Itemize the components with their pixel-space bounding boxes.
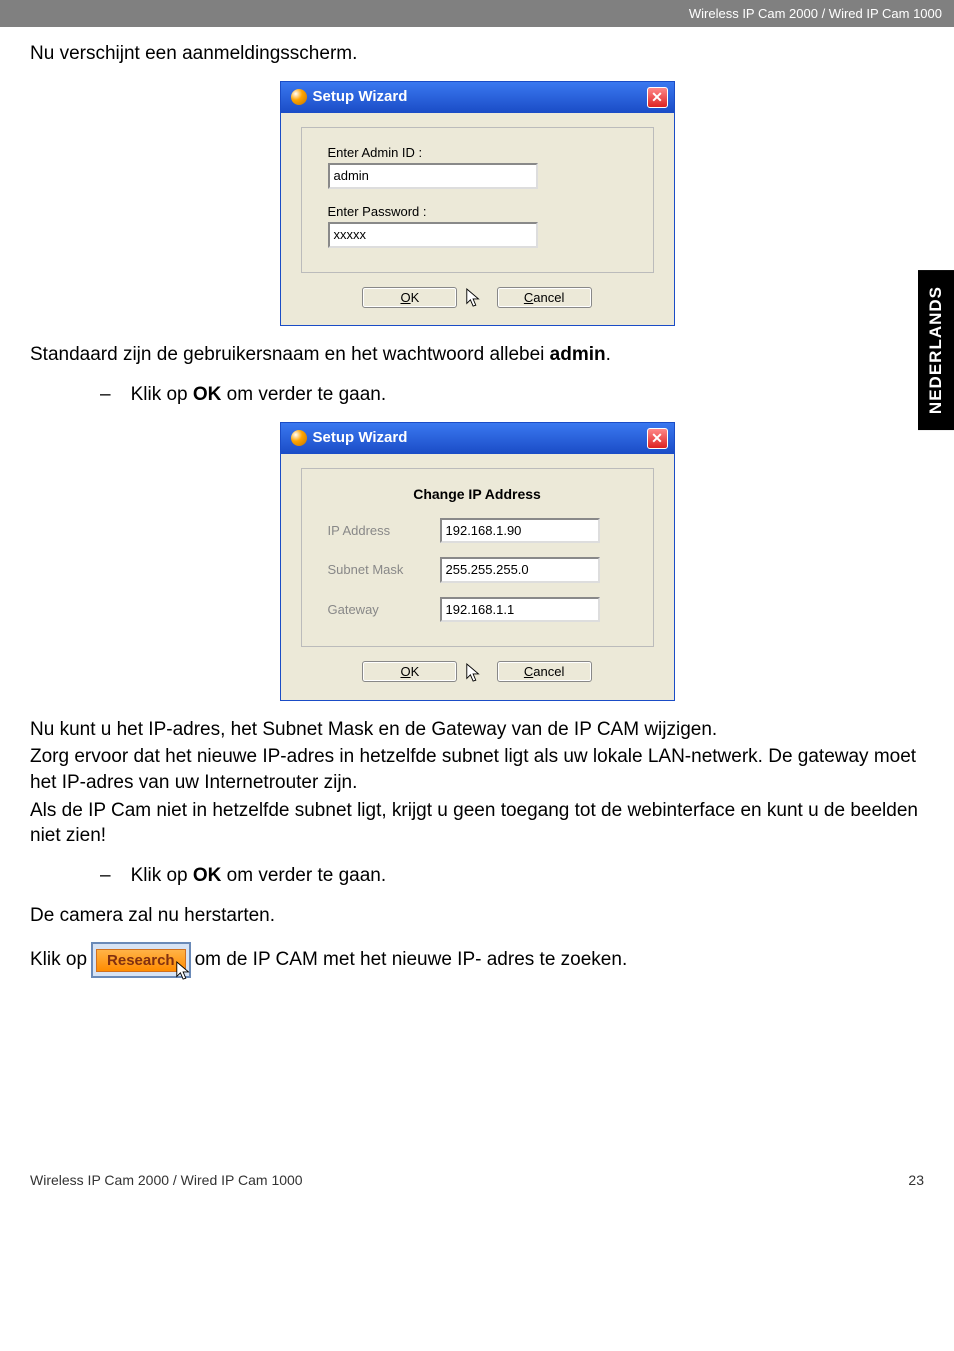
header-product: Wireless IP Cam 2000 / Wired IP Cam 1000: [689, 6, 942, 21]
dialog-title: Setup Wizard: [313, 428, 408, 448]
text-span: Klik op: [131, 865, 193, 886]
cursor-icon: [465, 662, 483, 684]
bullet-item: – Klik op OK om verder te gaan.: [100, 382, 924, 408]
ip-address-label: IP Address: [328, 522, 428, 540]
footer-product: Wireless IP Cam 2000 / Wired IP Cam 1000: [30, 1172, 303, 1188]
ok-button[interactable]: OK: [362, 287, 457, 308]
cancel-button[interactable]: Cancel: [497, 661, 592, 682]
language-side-tab: NEDERLANDS: [918, 270, 954, 430]
wizard-icon: [291, 89, 307, 105]
ip-panel: Change IP Address IP Address 192.168.1.9…: [301, 468, 654, 648]
cursor-icon: [465, 287, 483, 309]
default-credentials-text: Standaard zijn de gebruikersnaam en het …: [30, 342, 924, 368]
text-span: Klik op: [30, 947, 87, 973]
ok-bold: OK: [193, 865, 222, 886]
close-icon[interactable]: ✕: [647, 428, 668, 449]
password-label: Enter Password :: [328, 203, 627, 221]
panel-heading: Change IP Address: [328, 485, 627, 504]
ip-explain-3: Als de IP Cam niet in hetzelfde subnet l…: [30, 798, 924, 849]
text-span: om de IP CAM met het nieuwe IP- adres te…: [195, 947, 628, 973]
cancel-button[interactable]: Cancel: [497, 287, 592, 308]
page-number: 23: [908, 1172, 924, 1188]
gateway-label: Gateway: [328, 601, 428, 619]
bullet-dash: –: [100, 382, 111, 408]
research-button-label: Research: [96, 949, 186, 972]
text-span: Klik op: [131, 384, 193, 405]
text-span: Standaard zijn de gebruikersnaam en het …: [30, 344, 550, 365]
page-footer: Wireless IP Cam 2000 / Wired IP Cam 1000…: [0, 1172, 954, 1208]
intro-text: Nu verschijnt een aanmeldingsscherm.: [30, 41, 924, 67]
gateway-input[interactable]: 192.168.1.1: [440, 597, 600, 623]
research-line: Klik op Research om de IP CAM met het ni…: [30, 942, 924, 978]
text-span: om verder te gaan.: [221, 384, 386, 405]
restart-text: De camera zal nu herstarten.: [30, 903, 924, 929]
bullet-item: – Klik op OK om verder te gaan.: [100, 863, 924, 889]
admin-id-input[interactable]: admin: [328, 163, 538, 189]
ip-explain-2: Zorg ervoor dat het nieuwe IP-adres in h…: [30, 744, 924, 795]
password-input[interactable]: xxxxx: [328, 222, 538, 248]
admin-id-label: Enter Admin ID :: [328, 144, 627, 162]
ip-address-input[interactable]: 192.168.1.90: [440, 518, 600, 544]
dialog-titlebar: Setup Wizard ✕: [281, 423, 674, 454]
text-span: .: [606, 344, 611, 365]
header-bar: Wireless IP Cam 2000 / Wired IP Cam 1000: [0, 0, 954, 27]
cursor-icon: [175, 960, 193, 982]
page-content: Nu verschijnt een aanmeldingsscherm. Set…: [0, 27, 954, 1032]
dialog-titlebar: Setup Wizard ✕: [281, 82, 674, 113]
research-button[interactable]: Research: [91, 942, 191, 978]
subnet-mask-input[interactable]: 255.255.255.0: [440, 557, 600, 583]
ok-bold: OK: [193, 384, 222, 405]
admin-bold: admin: [550, 344, 606, 365]
wizard-icon: [291, 430, 307, 446]
bullet-dash: –: [100, 863, 111, 889]
close-icon[interactable]: ✕: [647, 87, 668, 108]
setup-wizard-ip-dialog: Setup Wizard ✕ Change IP Address IP Addr…: [280, 422, 675, 701]
ip-explain-1: Nu kunt u het IP-adres, het Subnet Mask …: [30, 717, 924, 743]
login-panel: Enter Admin ID : admin Enter Password : …: [301, 127, 654, 273]
dialog-title: Setup Wizard: [313, 87, 408, 107]
text-span: om verder te gaan.: [221, 865, 386, 886]
ok-button[interactable]: OK: [362, 661, 457, 682]
subnet-mask-label: Subnet Mask: [328, 561, 428, 579]
setup-wizard-login-dialog: Setup Wizard ✕ Enter Admin ID : admin En…: [280, 81, 675, 327]
